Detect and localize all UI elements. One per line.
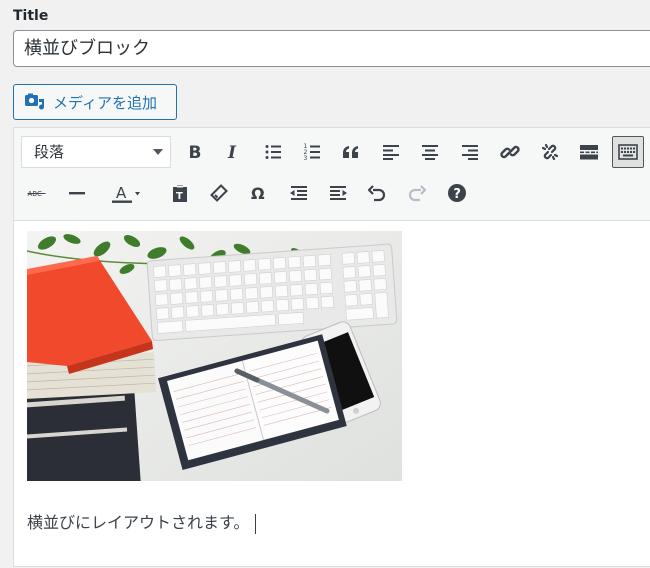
svg-text:B: B bbox=[189, 143, 202, 162]
decrease-indent-button[interactable] bbox=[283, 177, 315, 209]
bold-button[interactable]: B bbox=[179, 136, 211, 168]
media-icon bbox=[25, 93, 45, 110]
svg-text:?: ? bbox=[453, 187, 461, 202]
format-select-value: 段落 bbox=[34, 143, 65, 161]
svg-text:3: 3 bbox=[304, 155, 308, 162]
bulleted-list-button[interactable] bbox=[257, 136, 289, 168]
bold-icon: B bbox=[189, 143, 202, 162]
paste-as-text-icon: T bbox=[173, 185, 187, 202]
undo-icon bbox=[367, 185, 386, 202]
text-color-button[interactable]: A bbox=[102, 177, 150, 209]
blockquote-button[interactable] bbox=[335, 136, 367, 168]
editor-toolbar: 段落 B I 1 2 3 A T Ω ? bbox=[14, 128, 650, 221]
align-left-icon bbox=[383, 145, 399, 160]
decrease-indent-icon bbox=[290, 186, 307, 200]
italic-button[interactable]: I bbox=[217, 136, 249, 168]
align-right-button[interactable] bbox=[454, 136, 486, 168]
format-select[interactable]: 段落 bbox=[21, 136, 171, 168]
chevron-down-icon bbox=[153, 149, 163, 155]
align-left-button[interactable] bbox=[375, 136, 407, 168]
help-button[interactable]: ? bbox=[441, 177, 473, 209]
paragraph-text: 横並びにレイアウトされます。 bbox=[27, 509, 257, 534]
special-character-button[interactable]: Ω bbox=[243, 177, 275, 209]
help-icon: ? bbox=[448, 184, 466, 202]
horizontal-line-icon bbox=[69, 192, 85, 195]
toolbar-toggle-icon bbox=[618, 144, 638, 160]
add-media-button[interactable]: メディアを追加 bbox=[13, 84, 177, 120]
align-right-icon bbox=[462, 145, 478, 160]
special-character-icon: Ω bbox=[251, 184, 265, 203]
italic-icon: I bbox=[227, 143, 237, 162]
remove-link-button[interactable] bbox=[534, 136, 566, 168]
read-more-button[interactable] bbox=[573, 136, 605, 168]
bulleted-list-icon bbox=[265, 145, 281, 159]
svg-text:T: T bbox=[176, 191, 183, 202]
paragraph-content: 横並びにレイアウトされます。 bbox=[27, 513, 250, 532]
blockquote-icon bbox=[343, 146, 358, 158]
classic-editor: 段落 B I 1 2 3 A T Ω ? 横並びにレイアウトされます。 bbox=[13, 127, 650, 567]
redo-icon bbox=[408, 185, 427, 202]
insert-link-icon bbox=[500, 145, 520, 159]
svg-text:A: A bbox=[116, 184, 127, 202]
align-center-button[interactable] bbox=[414, 136, 446, 168]
redo-button[interactable] bbox=[401, 177, 433, 209]
svg-text:Ω: Ω bbox=[251, 184, 265, 203]
increase-indent-icon bbox=[330, 186, 347, 200]
undo-button[interactable] bbox=[361, 177, 393, 209]
numbered-list-button[interactable]: 1 2 3 bbox=[296, 136, 328, 168]
strikethrough-button[interactable]: ABC bbox=[21, 177, 53, 209]
insert-link-button[interactable] bbox=[494, 136, 526, 168]
remove-link-icon bbox=[541, 143, 559, 161]
increase-indent-button[interactable] bbox=[322, 177, 354, 209]
editor-content[interactable]: 横並びにレイアウトされます。 bbox=[14, 221, 650, 568]
inserted-image[interactable] bbox=[27, 231, 402, 481]
svg-text:I: I bbox=[227, 143, 237, 162]
read-more-icon bbox=[580, 145, 598, 160]
title-label: Title bbox=[13, 8, 49, 24]
align-center-icon bbox=[422, 145, 438, 160]
clear-formatting-icon bbox=[210, 184, 228, 202]
clear-formatting-button[interactable] bbox=[203, 177, 235, 209]
text-cursor bbox=[255, 513, 257, 534]
horizontal-line-button[interactable] bbox=[61, 177, 93, 209]
add-media-label: メディアを追加 bbox=[53, 93, 157, 112]
title-input[interactable]: 横並びブロック bbox=[13, 30, 650, 67]
toolbar-toggle-button[interactable] bbox=[612, 136, 644, 168]
numbered-list-icon: 1 2 3 bbox=[304, 143, 320, 162]
strikethrough-icon: ABC bbox=[27, 190, 46, 198]
text-color-icon: A bbox=[112, 184, 140, 203]
paste-as-text-button[interactable]: T bbox=[164, 177, 196, 209]
